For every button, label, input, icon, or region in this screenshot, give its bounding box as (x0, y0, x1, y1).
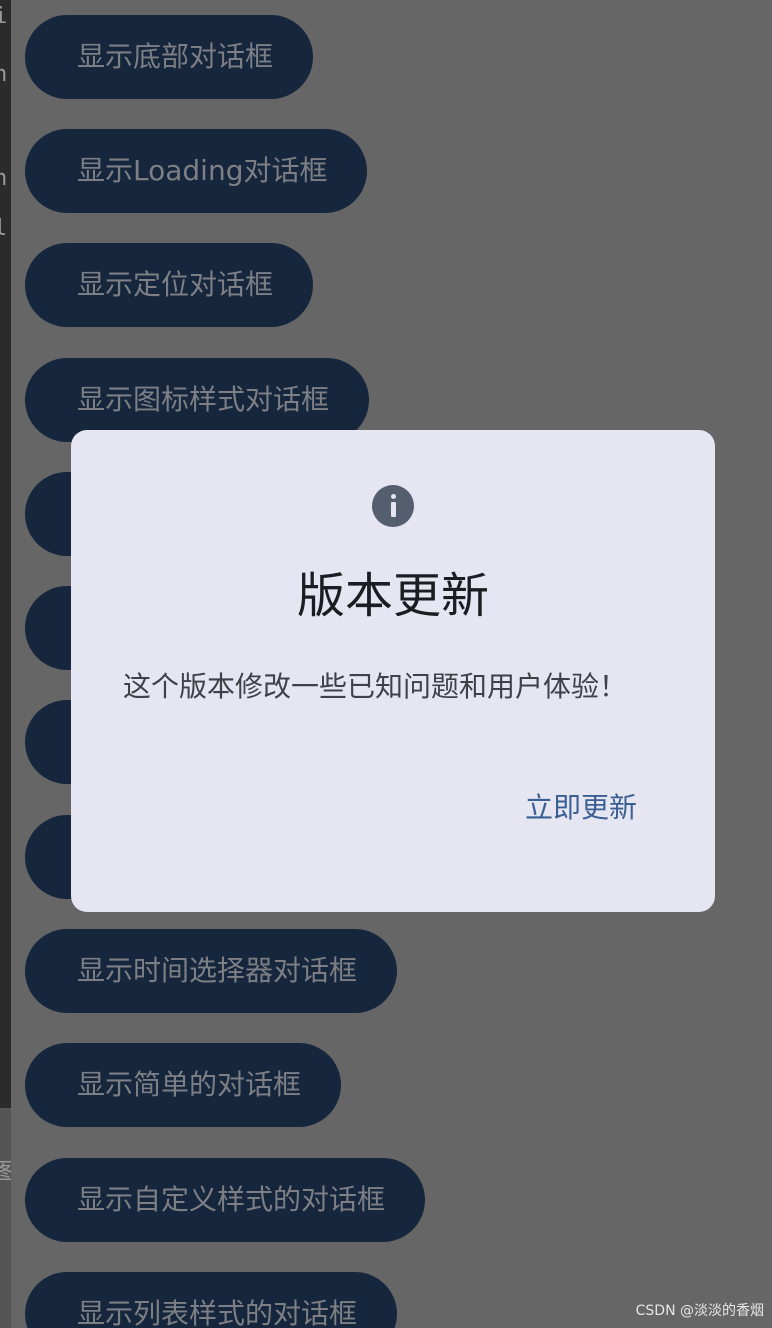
dialog-title: 版本更新 (296, 568, 489, 624)
show-bottom-dialog-button[interactable]: 显示底部对话框 (25, 15, 314, 99)
ide-code-char: i (0, 4, 8, 29)
show-loading-dialog-button[interactable]: 显示Loading对话框 (25, 129, 368, 213)
csdn-watermark: CSDN @淡淡的香烟 (635, 1303, 764, 1319)
ide-code-char: h (0, 166, 8, 191)
ide-editor-edge: i n h l 图 (0, 0, 11, 1328)
show-custom-style-dialog-button[interactable]: 显示自定义样式的对话框 (25, 1158, 426, 1242)
ide-panel-edge (0, 1108, 11, 1328)
show-time-picker-dialog-button[interactable]: 显示时间选择器对话框 (25, 929, 398, 1013)
app-screen: i n h l 图 显示底部对话框 显示Loading对话框 显示定位对话框 显… (0, 0, 772, 1328)
ide-panel-char: 图 (0, 1162, 11, 1184)
show-list-style-dialog-button[interactable]: 显示列表样式的对话框 (25, 1272, 398, 1328)
ide-code-char: n (0, 62, 8, 87)
update-now-button[interactable]: 立即更新 (525, 788, 637, 828)
info-icon (372, 485, 414, 527)
show-simple-dialog-button[interactable]: 显示简单的对话框 (25, 1043, 342, 1127)
update-dialog: 版本更新 这个版本修改一些已知问题和用户体验！ 立即更新 (71, 430, 715, 912)
dialog-message: 这个版本修改一些已知问题和用户体验！ (123, 670, 628, 703)
ide-code-char: l (0, 216, 8, 241)
show-position-dialog-button[interactable]: 显示定位对话框 (25, 243, 314, 327)
